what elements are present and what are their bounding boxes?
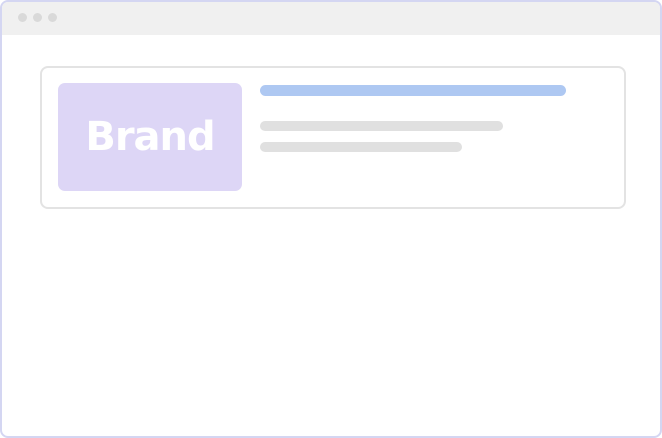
- window-control-dot-icon[interactable]: [48, 13, 57, 22]
- window-titlebar: [2, 2, 660, 35]
- brand-label: Brand: [85, 114, 215, 160]
- brand-card[interactable]: Brand: [40, 66, 626, 209]
- window-control-dot-icon[interactable]: [18, 13, 27, 22]
- window-control-dot-icon[interactable]: [33, 13, 42, 22]
- brand-logo-tile: Brand: [58, 83, 242, 191]
- title-placeholder-bar: [260, 85, 566, 96]
- browser-window: Brand: [0, 0, 662, 438]
- text-placeholder-bar: [260, 142, 462, 152]
- text-placeholder-bar: [260, 121, 503, 131]
